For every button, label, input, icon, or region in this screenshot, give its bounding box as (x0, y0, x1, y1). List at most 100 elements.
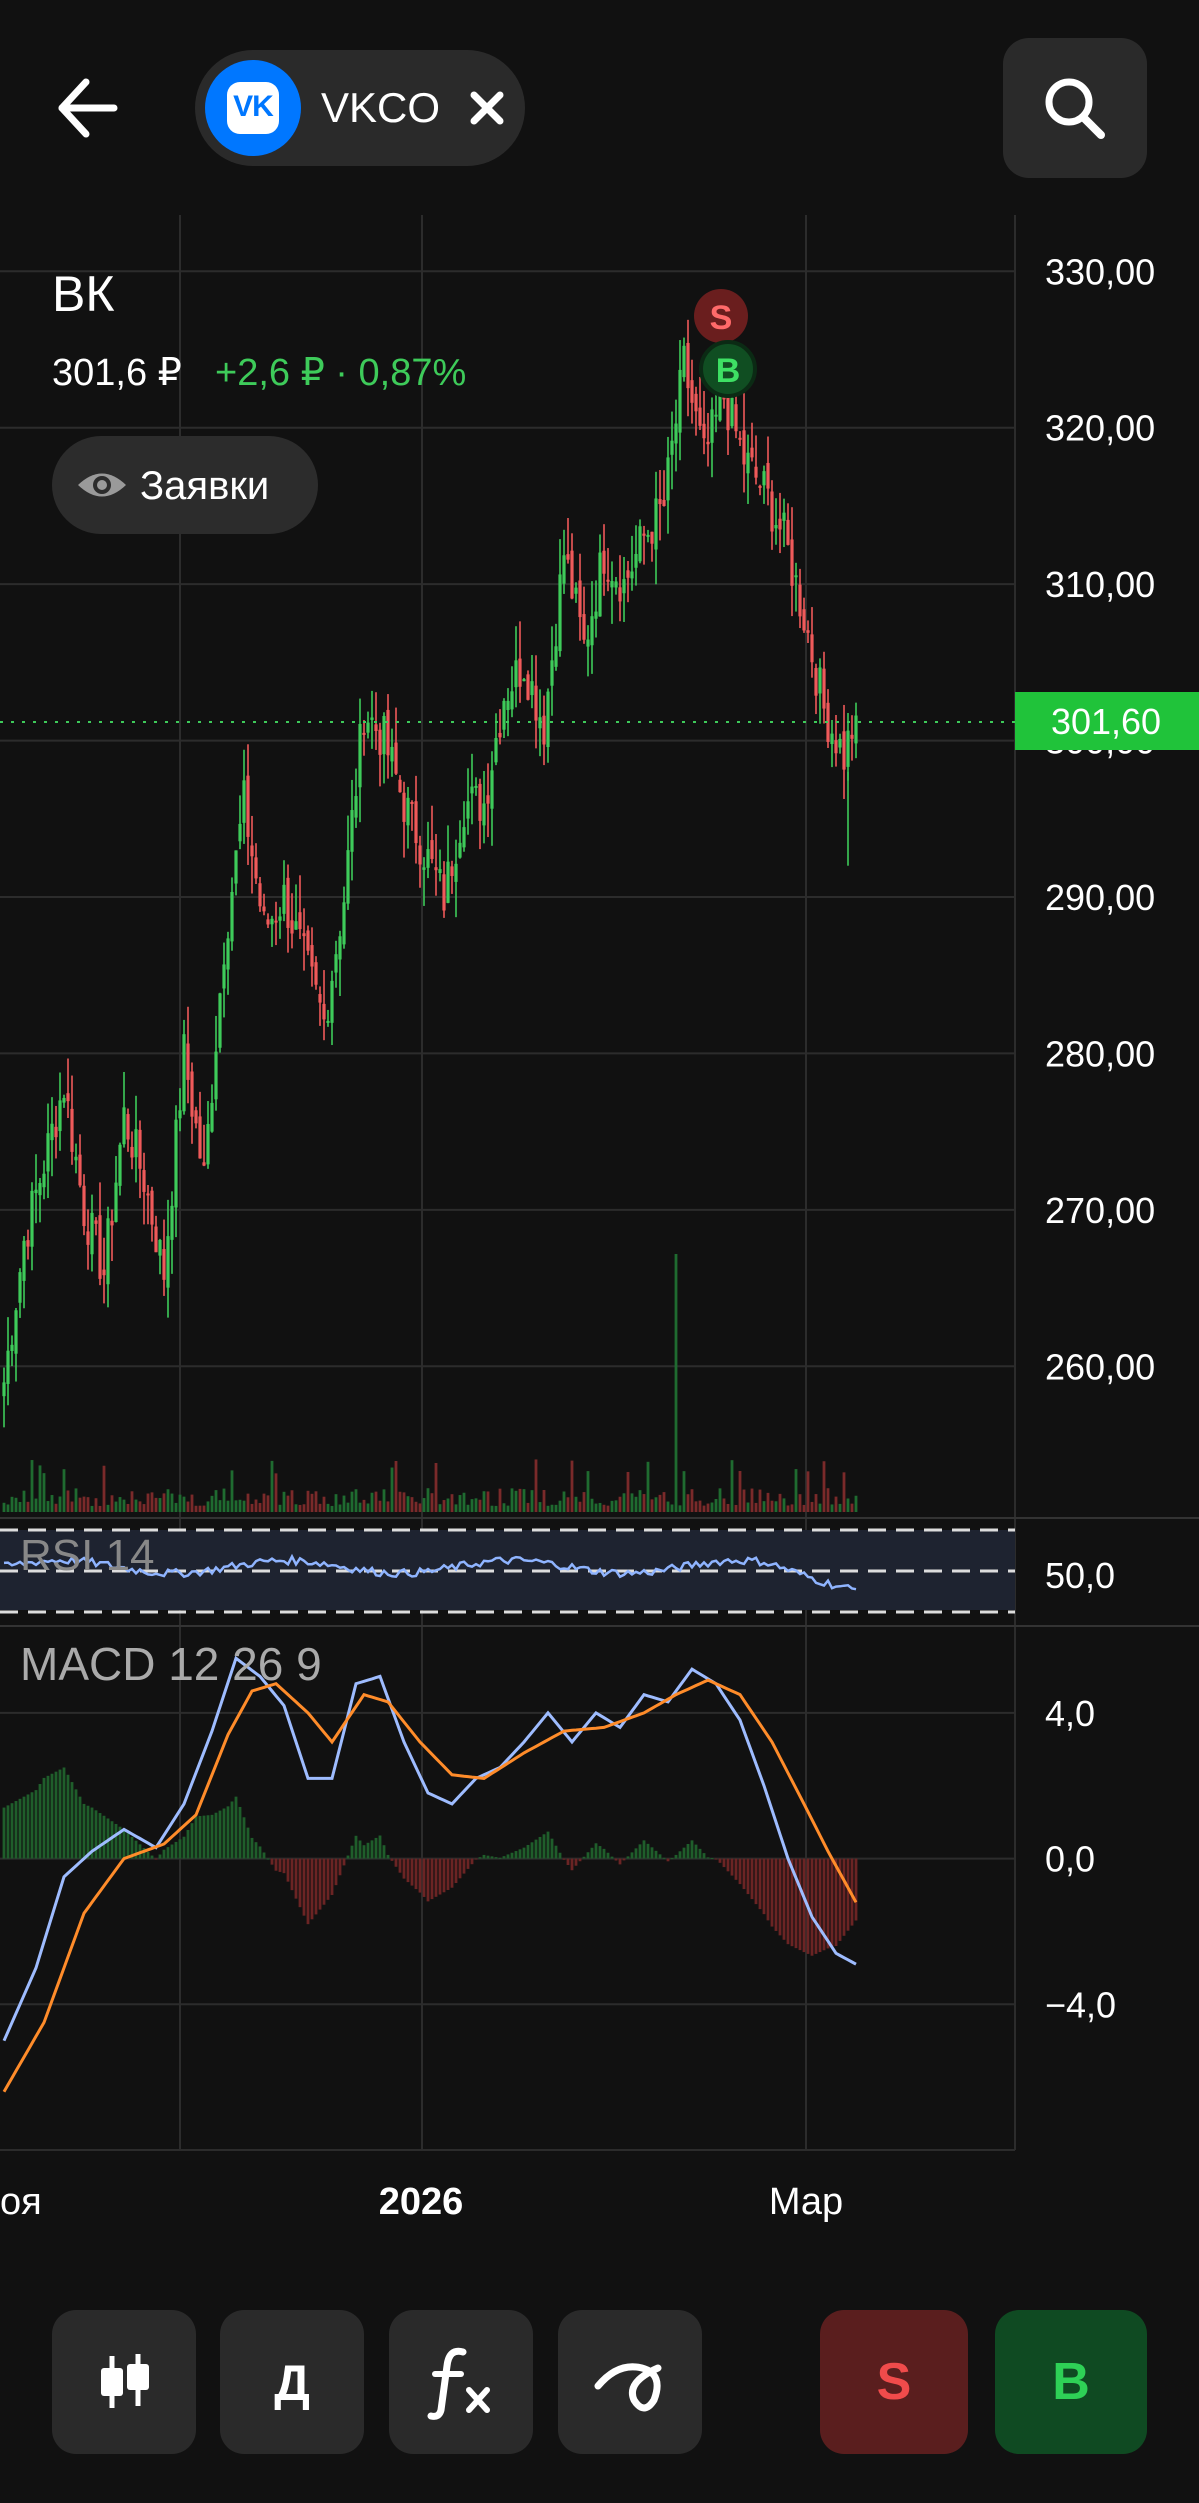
volume-bar (218, 1500, 222, 1512)
search-button[interactable] (1003, 38, 1147, 178)
volume-bar (170, 1493, 174, 1512)
volume-bar (174, 1502, 178, 1512)
macd-hist-bar (770, 1858, 774, 1927)
macd-hist-bar (802, 1858, 806, 1953)
macd-hist-bar (242, 1817, 246, 1859)
volume-bar (542, 1489, 546, 1512)
macd-hist-bar (78, 1796, 82, 1859)
candle (458, 820, 462, 859)
volume-bar (146, 1493, 150, 1512)
candle (114, 1156, 118, 1223)
candle (554, 623, 558, 671)
macd-hist-bar (338, 1858, 342, 1876)
volume-bar (82, 1496, 86, 1512)
signal-line (2, 1678, 858, 2093)
macd-hist-bar (574, 1858, 578, 1866)
macd-hist-bar (342, 1858, 346, 1866)
buy-button[interactable]: B (995, 2310, 1147, 2454)
candle (94, 1217, 98, 1236)
volume-bar (578, 1501, 582, 1512)
volume-bar (562, 1491, 566, 1512)
macd-hist-bar (578, 1858, 582, 1862)
macd-hist-bar (226, 1806, 230, 1859)
volume-bar (834, 1496, 838, 1512)
candle (410, 800, 414, 831)
volume-bar (206, 1501, 210, 1512)
macd-hist-bar (318, 1858, 322, 1910)
volume-bar (230, 1470, 234, 1512)
orders-button[interactable]: Заявки (52, 436, 318, 534)
macd-hist-bar (250, 1837, 254, 1859)
macd-hist-bar (394, 1858, 398, 1867)
volume-bar (338, 1504, 342, 1512)
candle (302, 908, 306, 971)
volume-bar (698, 1500, 702, 1512)
buy-marker[interactable]: B (699, 340, 757, 398)
macd-hist-bar (294, 1858, 298, 1899)
macd-hist-bar (154, 1858, 158, 1860)
candle (478, 778, 482, 850)
volume-bar (250, 1503, 254, 1512)
macd-hist-bar (414, 1858, 418, 1890)
volume-bar (762, 1501, 766, 1512)
volume-bar (722, 1498, 726, 1512)
volume-bar (718, 1488, 722, 1512)
candle (126, 1108, 130, 1152)
sell-button[interactable]: S (820, 2310, 968, 2454)
volume-bar (614, 1500, 618, 1512)
volume-bar (574, 1496, 578, 1512)
candle (610, 561, 614, 624)
indicators-button[interactable] (389, 2310, 533, 2454)
volume-bar (686, 1494, 690, 1512)
volume-bar (726, 1503, 730, 1512)
candle (158, 1238, 162, 1275)
macd-hist-bar (38, 1783, 42, 1859)
macd-hist-bar (450, 1858, 454, 1888)
volume-bar (286, 1495, 290, 1512)
volume-bar (106, 1504, 110, 1512)
macd-hist-bar (522, 1847, 526, 1859)
ticker-chip[interactable]: VK VKCO (195, 50, 525, 166)
candle (342, 886, 346, 949)
candle (586, 625, 590, 677)
candle (742, 393, 746, 493)
volume-bar (594, 1503, 598, 1512)
candle (66, 1058, 70, 1119)
time-axis: оя 2026 Мар (0, 2181, 843, 2223)
drawing-button[interactable] (558, 2310, 702, 2454)
vk-logo-text: VK (233, 90, 274, 123)
candle (534, 655, 538, 749)
chart-type-button[interactable] (52, 2310, 196, 2454)
macd-hist-bar (582, 1856, 586, 1859)
back-button[interactable] (40, 60, 140, 160)
volume-bar (506, 1505, 510, 1512)
instrument-price: 301,6 ₽ (52, 352, 182, 394)
macd-hist-bar (538, 1836, 542, 1859)
macd-hist-bar (274, 1858, 278, 1871)
volume-bar (598, 1502, 602, 1512)
volume-bar (826, 1488, 830, 1512)
period-button[interactable]: Д (220, 2310, 364, 2454)
sell-marker[interactable]: S (694, 289, 748, 343)
candle (362, 719, 366, 756)
macd-hist-bar (70, 1782, 74, 1859)
candle (654, 471, 658, 585)
macd-hist-bar (594, 1843, 598, 1859)
candle (566, 518, 570, 564)
macd-hist-bar (438, 1858, 442, 1895)
volume-bar (810, 1501, 814, 1512)
volume-bar (638, 1490, 642, 1512)
volume-bar (654, 1497, 658, 1512)
macd-hist-bar (410, 1858, 414, 1886)
candle (286, 864, 290, 953)
buy-marker-label: B (716, 352, 741, 390)
candle (34, 1154, 38, 1224)
macd-hist-bar (514, 1851, 518, 1859)
macd-hist-bar (498, 1857, 502, 1859)
candle (406, 786, 410, 849)
price-tick: 260,00 (1045, 1346, 1155, 1387)
volume-bar (590, 1498, 594, 1512)
close-chip-button[interactable] (457, 78, 517, 138)
macd-hist-bar (186, 1829, 190, 1859)
volume-bar (294, 1504, 298, 1512)
